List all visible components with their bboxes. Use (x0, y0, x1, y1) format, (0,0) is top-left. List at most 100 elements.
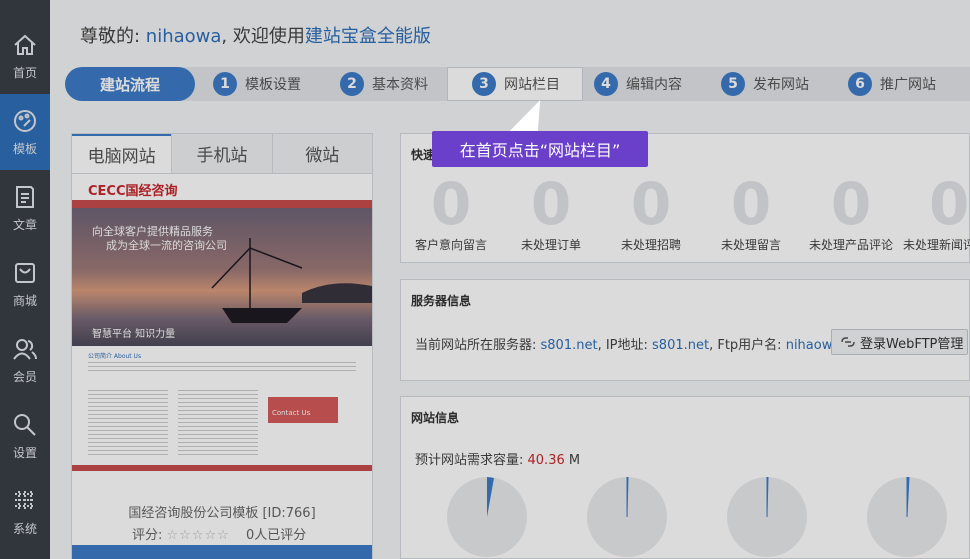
thumb-hero-line3: 智慧平台 知识力量 (92, 329, 176, 340)
template-preview-panel: 电脑网站 手机站 微站 CECC国经咨询 向全球客户提供精品服务 成为全球一流的… (71, 133, 373, 559)
ip-label: , IP地址: (597, 338, 653, 353)
panel-title: 网站信息 (411, 411, 460, 425)
thumb-about-text (88, 359, 356, 373)
thumb-logo: CECC国经咨询 (88, 184, 178, 199)
palette-icon (14, 110, 36, 132)
build-steps-bar: 建站流程 1 模板设置 2 基本资料 3 网站栏目 4 编辑内容 5 发布网站 … (65, 67, 970, 101)
site-capacity-text: 预计网站需求容量: 40.36 M (415, 449, 580, 468)
wrench-icon (14, 414, 36, 436)
sidebar-item-article[interactable]: 文章 (0, 170, 50, 246)
thumb-list-1 (88, 387, 168, 457)
stat-pending-messages[interactable]: 0 未处理留言 (701, 172, 801, 253)
home-icon (14, 34, 36, 55)
panel-title: 服务器信息 (411, 294, 472, 308)
rating-count: 0人已评分 (245, 528, 307, 543)
stat-label: 未处理招聘 (620, 238, 681, 252)
step-number: 3 (472, 72, 496, 96)
server-info-text: 当前网站所在服务器: s801.net, IP地址: s801.net, Ftp… (415, 334, 840, 353)
thumb-footer-bar (72, 465, 372, 471)
step-publish-site[interactable]: 5 发布网站 (721, 67, 809, 101)
document-icon (16, 186, 34, 208)
sidebar-item-label: 系统 (12, 522, 37, 536)
stat-value: 0 (830, 170, 872, 238)
welcome-prefix: 尊敬的: (80, 26, 146, 47)
tab-pc-site[interactable]: 电脑网站 (72, 134, 172, 173)
step-label: 模板设置 (245, 77, 301, 93)
site-info-panel: 网站信息 预计网站需求容量: 40.36 M (400, 396, 970, 559)
sidebar-item-label: 首页 (12, 66, 37, 80)
thumb-contact-box: Contact Us (268, 397, 338, 423)
sidebar-item-template[interactable]: 模板 (0, 94, 50, 170)
server-info-panel: 服务器信息 当前网站所在服务器: s801.net, IP地址: s801.ne… (400, 279, 970, 381)
sidebar-item-label: 商城 (12, 294, 37, 308)
step-site-columns[interactable]: 3 网站栏目 (447, 67, 583, 101)
server-label: 当前网站所在服务器: (415, 338, 541, 353)
step-number: 1 (213, 72, 237, 96)
step-label: 网站栏目 (504, 77, 560, 93)
step-template-settings[interactable]: 1 模板设置 (213, 67, 301, 101)
sidebar-item-settings[interactable]: 设置 (0, 398, 50, 474)
stat-customer-messages[interactable]: 0 客户意向留言 (401, 172, 501, 253)
template-thumbnail[interactable]: CECC国经咨询 向全球客户提供精品服务 成为全球一流的咨询公司 智慧平台 知识… (72, 175, 372, 495)
step-label: 发布网站 (753, 77, 809, 93)
stat-pending-recruit[interactable]: 0 未处理招聘 (601, 172, 701, 253)
template-rating: 评分: ☆☆☆☆☆ 0人已评分 (132, 524, 306, 543)
stat-pending-news-comments[interactable]: 0 未处理新闻评 (901, 172, 970, 253)
template-name: 国经咨询股份公司模板 [ID:766] (128, 506, 316, 521)
stat-label: 未处理订单 (520, 238, 581, 252)
stat-value: 0 (730, 170, 772, 238)
step-label: 推广网站 (880, 77, 936, 93)
server-value: s801.net (540, 338, 598, 353)
stat-value: 0 (929, 172, 970, 238)
capacity-unit: M (564, 453, 581, 468)
sidebar-item-home[interactable]: 首页 (0, 18, 50, 94)
tab-mobile-site[interactable]: 手机站 (171, 134, 272, 173)
stat-value: 0 (430, 170, 472, 238)
usage-pie-2 (587, 476, 667, 557)
welcome-user: nihaowa (145, 26, 222, 47)
usage-pie-3 (727, 476, 807, 557)
capacity-value: 40.36 (527, 453, 565, 468)
button-label: 登录WebFTP管理 (860, 336, 964, 352)
webftp-login-button[interactable]: 登录WebFTP管理 (831, 329, 968, 355)
stat-label: 未处理产品评论 (808, 238, 893, 252)
step-number: 4 (594, 72, 618, 96)
stat-value: 0 (630, 170, 672, 238)
left-sidebar: 首页 模板 文章 商城 会员 设置 系统 (0, 0, 50, 559)
shop-icon (15, 263, 35, 283)
thumb-hero-line2: 成为全球一流的咨询公司 (106, 239, 227, 252)
sidebar-item-label: 会员 (12, 370, 37, 384)
link-icon (841, 337, 855, 347)
usage-pie-1 (447, 477, 527, 557)
thumb-nav-bar (72, 200, 372, 208)
template-action-button[interactable] (72, 545, 372, 559)
sidebar-item-label: 设置 (12, 446, 37, 460)
grid-icon (15, 491, 35, 509)
step-basic-info[interactable]: 2 基本资料 (340, 67, 428, 101)
rating-label: 评分: (132, 528, 163, 543)
stat-value: 0 (530, 170, 572, 238)
ip-value: s801.net (652, 338, 710, 353)
welcome-text: 尊敬的: nihaowa, 欢迎使用建站宝盒全能版 (80, 22, 431, 48)
product-link[interactable]: 建站宝盒全能版 (305, 26, 431, 47)
sidebar-item-system[interactable]: 系统 (0, 474, 50, 550)
sidebar-item-shop[interactable]: 商城 (0, 246, 50, 322)
star-rating-icon[interactable]: ☆☆☆☆☆ (167, 528, 230, 543)
ftp-label: , Ftp用户名: (709, 338, 786, 353)
step-promote-site[interactable]: 6 推广网站 (848, 67, 936, 101)
guide-tooltip: 在首页点击“网站栏目” (432, 131, 648, 167)
step-number: 6 (848, 72, 872, 96)
step-label: 编辑内容 (626, 77, 682, 93)
sidebar-item-member[interactable]: 会员 (0, 322, 50, 398)
step-edit-content[interactable]: 4 编辑内容 (594, 67, 682, 101)
users-icon (13, 339, 37, 360)
step-number: 2 (340, 72, 364, 96)
template-tabs: 电脑网站 手机站 微站 (72, 134, 372, 174)
stat-pending-orders[interactable]: 0 未处理订单 (501, 172, 601, 253)
stat-pending-product-comments[interactable]: 0 未处理产品评论 (801, 172, 901, 253)
capacity-label: 预计网站需求容量: (415, 453, 528, 468)
stat-label: 未处理新闻评 (903, 238, 970, 252)
welcome-middle: , 欢迎使用 (221, 26, 305, 47)
tab-micro-site[interactable]: 微站 (271, 134, 372, 173)
usage-pie-4 (867, 476, 947, 557)
